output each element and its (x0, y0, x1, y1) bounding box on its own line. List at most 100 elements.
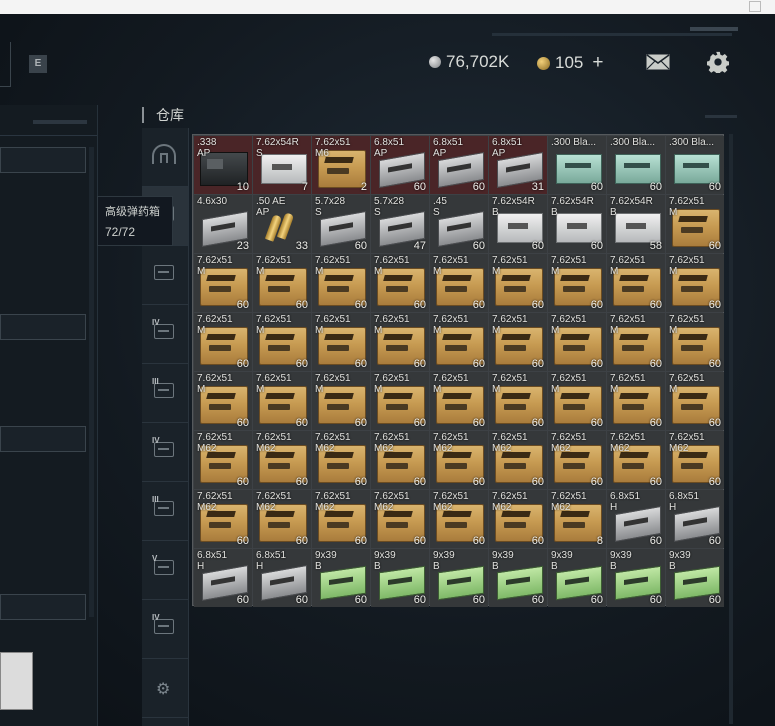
ammo-type-label: B (610, 561, 617, 572)
mail-icon[interactable] (646, 54, 670, 70)
ammo-slot[interactable]: 7.62x51 M 60 (194, 254, 252, 312)
ammo-slot[interactable]: 7.62x51 M 60 (430, 254, 488, 312)
tab-6[interactable]: III (142, 482, 188, 541)
ammo-slot[interactable]: .50 AE AP 33 (253, 195, 311, 253)
ammo-slot[interactable]: 7.62x51 M 60 (607, 372, 665, 430)
ammo-slot[interactable]: 7.62x51 M62 60 (371, 431, 429, 489)
ammo-slot[interactable]: 7.62x51 M62 60 (312, 490, 370, 548)
ammo-slot[interactable]: 7.62x51 M 60 (548, 254, 606, 312)
ammo-slot[interactable]: 7.62x51 M62 60 (253, 490, 311, 548)
ammo-slot[interactable]: 7.62x51 M 60 (194, 372, 252, 430)
tab-4[interactable]: III (142, 364, 188, 423)
ammo-slot[interactable]: 7.62x51 M62 60 (194, 490, 252, 548)
tab-0[interactable] (142, 128, 188, 187)
ammo-slot[interactable]: .300 Bla... 60 (666, 136, 724, 194)
ammo-slot[interactable]: 6.8x51 AP 60 (371, 136, 429, 194)
ammo-slot[interactable]: 9x39 B 60 (489, 549, 547, 607)
equipped-item-icon[interactable] (0, 652, 33, 710)
ammo-slot[interactable]: 7.62x51 M 60 (548, 372, 606, 430)
ammo-type-label: B (610, 207, 617, 218)
ammo-slot[interactable]: 7.62x51 M 60 (371, 313, 429, 371)
left-slot-bar[interactable] (0, 314, 86, 340)
left-panel-scrollbar[interactable] (89, 147, 94, 617)
ammo-slot[interactable]: 9x39 B 60 (430, 549, 488, 607)
ammo-slot[interactable]: 7.62x51 M62 60 (607, 431, 665, 489)
ammo-slot[interactable]: 7.62x51 M 60 (666, 254, 724, 312)
ammo-slot[interactable]: 7.62x51 M62 60 (253, 431, 311, 489)
tab-9[interactable]: ⚙ (142, 659, 188, 718)
ammo-slot[interactable]: 7.62x51 M 60 (312, 372, 370, 430)
ammo-slot[interactable]: 9x39 B 60 (607, 549, 665, 607)
ammo-slot[interactable]: 7.62x51 M62 60 (194, 431, 252, 489)
ammo-slot[interactable]: 7.62x51 M 60 (666, 313, 724, 371)
ammo-slot[interactable]: 5.7x28 S 47 (371, 195, 429, 253)
left-slot-bar[interactable] (0, 594, 86, 620)
ammo-slot[interactable]: 7.62x51 M 60 (194, 313, 252, 371)
warehouse-scrollbar[interactable] (729, 134, 733, 724)
ammo-slot[interactable]: 7.62x51 M62 60 (371, 490, 429, 548)
tab-5[interactable]: IV (142, 423, 188, 482)
ammo-slot[interactable]: 6.8x51 H 60 (666, 490, 724, 548)
settings-gear-icon[interactable] (707, 51, 729, 73)
ammo-slot[interactable]: 7.62x54R B 60 (548, 195, 606, 253)
ammo-slot[interactable]: 4.6x30 23 (194, 195, 252, 253)
e-key-button[interactable]: E (29, 55, 47, 73)
ammo-count: 60 (295, 299, 308, 311)
ammo-slot[interactable]: 9x39 B 60 (548, 549, 606, 607)
ammo-slot[interactable]: 7.62x51 M 60 (666, 195, 724, 253)
ammo-slot[interactable]: 5.7x28 S 60 (312, 195, 370, 253)
ammo-slot[interactable]: 7.62x51 M62 8 (548, 490, 606, 548)
ammo-slot[interactable]: 7.62x54R B 60 (489, 195, 547, 253)
ammo-slot[interactable]: 7.62x51 M 60 (253, 313, 311, 371)
ammo-slot[interactable]: 9x39 B 60 (312, 549, 370, 607)
tab-2[interactable] (142, 246, 188, 305)
ammo-slot[interactable]: 7.62x51 M62 60 (430, 431, 488, 489)
ammo-slot[interactable]: 6.8x51 H 60 (253, 549, 311, 607)
ammo-slot[interactable]: 6.8x51 AP 60 (430, 136, 488, 194)
ammo-slot[interactable]: 7.62x51 M62 60 (430, 490, 488, 548)
ammo-slot[interactable]: 7.62x51 M 60 (430, 372, 488, 430)
ammo-slot[interactable]: .338 AP 10 (194, 136, 252, 194)
tab-7[interactable]: V (142, 541, 188, 600)
tab-3[interactable]: IV (142, 305, 188, 364)
ammo-slot[interactable]: 7.62x51 M 60 (489, 254, 547, 312)
ammo-slot[interactable]: .300 Bla... 60 (548, 136, 606, 194)
ammo-slot[interactable]: 7.62x51 M6 2 (312, 136, 370, 194)
tab-level-label: III (152, 377, 159, 386)
window-corner-icon (749, 1, 761, 12)
ammo-slot[interactable]: 7.62x51 M 60 (489, 313, 547, 371)
ammo-slot[interactable]: 9x39 B 60 (666, 549, 724, 607)
ammo-slot[interactable]: 7.62x51 M 60 (489, 372, 547, 430)
tab-level-label: IV (152, 436, 160, 445)
ammo-slot[interactable]: .45 S 60 (430, 195, 488, 253)
ammo-slot[interactable]: 7.62x51 M62 60 (489, 431, 547, 489)
ammo-slot[interactable]: 7.62x51 M 60 (253, 372, 311, 430)
left-slot-bar[interactable] (0, 147, 86, 173)
ammo-slot[interactable]: 6.8x51 H 60 (194, 549, 252, 607)
ammo-slot[interactable]: 7.62x51 M62 60 (548, 431, 606, 489)
ammo-slot[interactable]: 7.62x51 M 60 (371, 254, 429, 312)
left-slot-bar[interactable] (0, 426, 86, 452)
ammo-slot[interactable]: 7.62x51 M 60 (312, 313, 370, 371)
ammo-slot[interactable]: 6.8x51 AP 31 (489, 136, 547, 194)
ammo-slot[interactable]: 7.62x51 M62 60 (666, 431, 724, 489)
ammo-slot[interactable]: 7.62x54R B 58 (607, 195, 665, 253)
ammo-slot[interactable]: 7.62x51 M 60 (312, 254, 370, 312)
caliber-label: 7.62x51 (433, 314, 469, 325)
ammo-slot[interactable]: 7.62x51 M 60 (666, 372, 724, 430)
ammo-slot[interactable]: 7.62x51 M 60 (371, 372, 429, 430)
ammo-slot[interactable]: 7.62x51 M 60 (607, 254, 665, 312)
ammo-slot[interactable]: 7.62x51 M 60 (548, 313, 606, 371)
ammo-slot[interactable]: .300 Bla... 60 (607, 136, 665, 194)
ammo-slot[interactable]: 7.62x54R S 7 (253, 136, 311, 194)
ammo-slot[interactable]: 7.62x51 M 60 (607, 313, 665, 371)
ammo-slot[interactable]: 7.62x51 M 60 (253, 254, 311, 312)
tab-8[interactable]: IV (142, 600, 188, 659)
ammo-slot[interactable]: 9x39 B 60 (371, 549, 429, 607)
ammo-slot[interactable]: 7.62x51 M62 60 (312, 431, 370, 489)
ammo-slot[interactable]: 7.62x51 M 60 (430, 313, 488, 371)
ammo-slot[interactable]: 7.62x51 M62 60 (489, 490, 547, 548)
add-currency-button[interactable]: + (592, 52, 603, 74)
ammo-slot[interactable]: 6.8x51 H 60 (607, 490, 665, 548)
left-panel-header (0, 105, 97, 136)
